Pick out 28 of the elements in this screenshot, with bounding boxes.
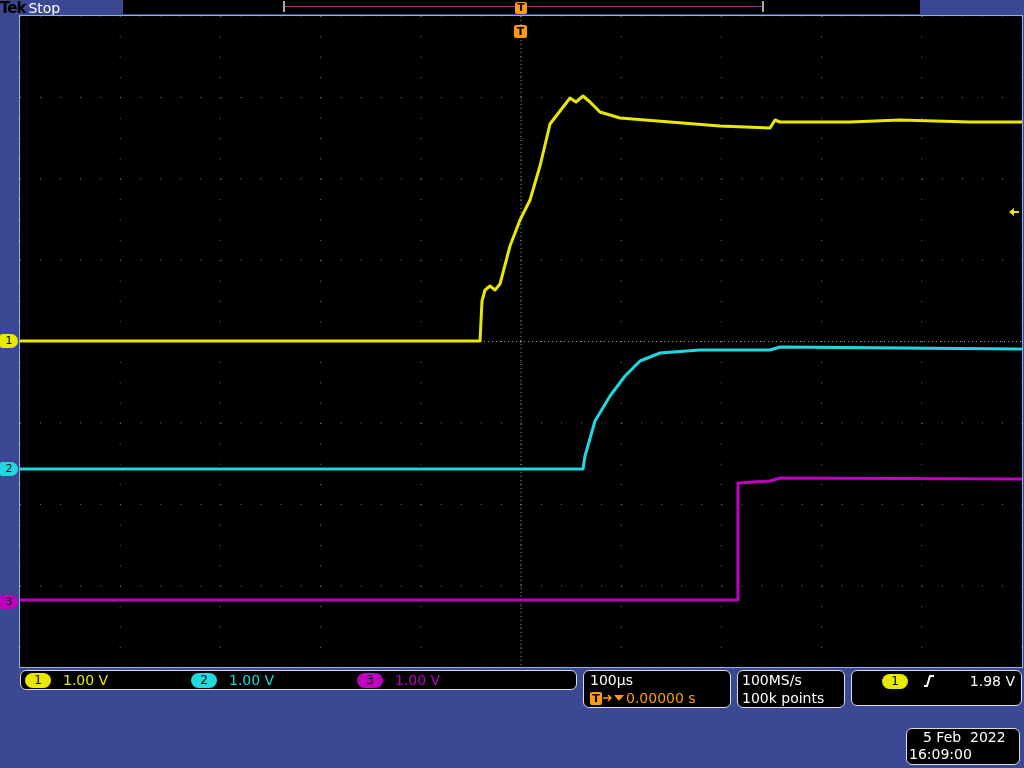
channel-marker[interactable]: 2	[0, 462, 18, 476]
brand-label: Tek	[0, 0, 26, 16]
trigger-level: 1.98 V	[969, 674, 1015, 689]
channel-badge[interactable]: 2	[191, 672, 217, 688]
trigger-source-badge: 1	[882, 674, 908, 689]
date-text: 5 Feb 2022	[922, 729, 1007, 746]
trigger-position-marker: T	[515, 2, 527, 14]
acquisition-readout[interactable]: 100MS/s 100k points	[737, 670, 845, 708]
channel-badge[interactable]: 3	[357, 672, 383, 688]
timebase-readout[interactable]: 100µs T 0.00000 s	[583, 670, 731, 708]
vertical-scale: 1.00 V	[395, 672, 442, 688]
trigger-icon: T	[590, 691, 602, 705]
channel-marker[interactable]: 3	[0, 595, 18, 609]
channel-badge[interactable]: 1	[25, 672, 51, 688]
acquisition-status: Stop	[28, 0, 61, 16]
sample-rate: 100MS/s	[742, 671, 803, 689]
trigger-delay: 0.00000 s	[626, 689, 696, 707]
time-text: 16:09:00	[909, 746, 973, 763]
trigger-position-marker: T	[514, 25, 527, 38]
horizontal-scale: 100µs	[590, 671, 634, 689]
vertical-scale: 1.00 V	[63, 672, 110, 688]
rising-edge-icon	[922, 674, 936, 688]
arrow-down-icon	[603, 692, 625, 704]
trigger-readout[interactable]: 1 1.98 V	[851, 670, 1022, 706]
record-length: 100k points	[742, 689, 826, 707]
channel-marker[interactable]: 1	[0, 334, 18, 348]
vertical-scale: 1.00 V	[229, 672, 276, 688]
trigger-level-icon	[1009, 208, 1019, 216]
